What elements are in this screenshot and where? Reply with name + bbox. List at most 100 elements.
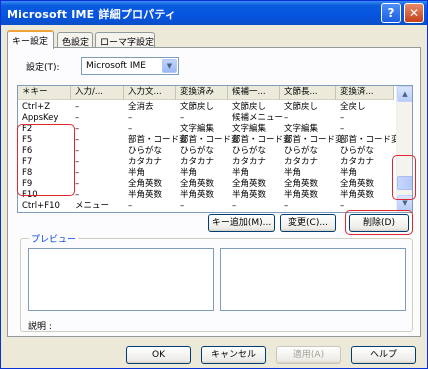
list-header: ＊キー 入力/... 入力文... 変換済み 候補一... 文節長... 変換済… — [18, 86, 394, 100]
cell-candidates: カタカナ — [232, 157, 267, 167]
cell-converted: カタカナ — [180, 157, 215, 167]
cell-converted: ひらがな — [180, 146, 215, 156]
cell-converted: 文字編集 — [180, 124, 215, 134]
column-header-key[interactable]: ＊キー — [18, 86, 71, 100]
preview-group: プレビュー 説明 : — [20, 232, 413, 332]
column-header-phrase-length[interactable]: 文節長... — [280, 86, 336, 100]
cell-phrase-length: – — [284, 113, 289, 123]
cell-phrase-length: 全角英数 — [284, 179, 319, 189]
tab-color-settings[interactable]: 色設定 — [57, 32, 93, 48]
cell-candidates: – — [232, 201, 237, 211]
cell-phrase-length: 半角 — [284, 168, 302, 178]
preview-title: プレビュー — [29, 232, 79, 245]
cell-input-text: ひらがな — [128, 146, 163, 156]
cell-candidates: 半角 — [232, 168, 250, 178]
cell-key: Ctrl+F10 — [22, 201, 60, 211]
cell-input: – — [75, 113, 80, 123]
cell-converted-2: 半角英数 — [340, 190, 375, 200]
help-button[interactable]: ヘルプ — [351, 346, 416, 364]
cell-phrase-length: 半角英数 — [284, 190, 319, 200]
cell-candidates: 文字編集 — [232, 124, 267, 134]
preview-pane-right — [220, 248, 406, 311]
cell-phrase-length: カタカナ — [284, 157, 319, 167]
cell-converted-2: カタカナ — [340, 157, 375, 167]
cell-input: – — [75, 146, 80, 156]
table-row[interactable]: Ctrl+Z – 全消去 文節戻し 文節戻し 文節戻し 全戻し — [18, 102, 394, 112]
apply-button[interactable]: 適用(A) — [276, 346, 341, 364]
cell-key: AppsKey — [22, 113, 59, 123]
window-title: Microsoft IME 詳細プロパティ — [7, 8, 177, 21]
cell-converted: – — [180, 113, 185, 123]
cell-converted: 半角英数 — [180, 190, 215, 200]
cell-input-text: – — [128, 124, 133, 134]
cell-candidates: 全角英数 — [232, 179, 267, 189]
column-header-input[interactable]: 入力/... — [71, 86, 124, 100]
cell-converted-2: – — [340, 124, 345, 134]
cell-input: メニュー — [75, 201, 110, 211]
cell-candidates: 部首・コード変 — [232, 135, 292, 145]
cell-input: – — [75, 179, 80, 189]
change-button[interactable]: 変更(C)... — [280, 214, 336, 232]
cell-input-text: – — [128, 113, 133, 123]
help-icon[interactable]: ? — [381, 3, 401, 23]
cell-converted-2: ひらがな — [340, 146, 375, 156]
cell-input-text: 全消去 — [128, 102, 154, 112]
table-row[interactable]: AppsKey – – – 候補メニュー – – — [18, 113, 394, 123]
cancel-button[interactable]: キャンセル — [201, 346, 266, 364]
ime-properties-dialog: Microsoft IME 詳細プロパティ ? ✕ キー設定 色設定 ローマ字設… — [0, 0, 428, 369]
cell-converted-2: – — [340, 201, 345, 211]
cell-converted: 文節戻し — [180, 102, 215, 112]
column-header-converted-2[interactable]: 変換済... — [336, 86, 394, 100]
title-bar: Microsoft IME 詳細プロパティ ? ✕ — [1, 1, 427, 25]
cell-input: – — [75, 124, 80, 134]
column-header-input-text[interactable]: 入力文... — [124, 86, 176, 100]
cell-input: – — [75, 157, 80, 167]
cell-input-text: 部首・コード変 — [128, 135, 188, 145]
add-key-button[interactable]: キー追加(M)... — [208, 214, 275, 232]
cell-candidates: 候補メニュー — [232, 113, 284, 123]
cell-candidates: 半角英数 — [232, 190, 267, 200]
cell-phrase-length: 部首・コード変 — [284, 135, 344, 145]
cell-candidates: 文節戻し — [232, 102, 267, 112]
description-label: 説明 : — [28, 322, 52, 332]
settings-combo-value: Microsoft IME — [86, 61, 146, 71]
tab-romaji-settings[interactable]: ローマ字設定 — [95, 32, 155, 48]
cell-converted-2: – — [340, 113, 345, 123]
preview-pane-left — [28, 248, 214, 311]
settings-combo[interactable]: Microsoft IME ▼ — [81, 57, 179, 75]
column-header-candidates[interactable]: 候補一... — [228, 86, 280, 100]
cell-input-text: 半角英数 — [128, 190, 163, 200]
cell-key: Ctrl+Z — [22, 102, 51, 112]
cell-input: – — [75, 135, 80, 145]
annotation-scrollbar — [392, 155, 416, 200]
cell-input-text: 全角英数 — [128, 179, 163, 189]
cell-phrase-length: – — [284, 201, 289, 211]
cell-converted: 全角英数 — [180, 179, 215, 189]
cell-input-text: – — [128, 201, 133, 211]
key-assignment-list[interactable]: ＊キー 入力/... 入力文... 変換済み 候補一... 文節長... 変換済… — [17, 85, 413, 213]
cell-input: – — [75, 102, 80, 112]
close-icon[interactable]: ✕ — [404, 3, 424, 23]
annotation-delete-button — [345, 210, 413, 235]
cell-input: – — [75, 168, 80, 178]
cell-converted-2: 半角 — [340, 168, 358, 178]
cell-converted-2: 全角英数 — [340, 179, 375, 189]
cell-converted: 半角 — [180, 168, 198, 178]
cell-input: – — [75, 190, 80, 200]
annotation-function-keys — [17, 124, 75, 196]
chevron-down-icon[interactable]: ▼ — [162, 59, 177, 73]
cell-candidates: ひらがな — [232, 146, 267, 156]
column-header-converted[interactable]: 変換済み — [176, 86, 228, 100]
settings-label: 設定(T): — [26, 63, 60, 73]
key-settings-panel: 設定(T): Microsoft IME ▼ ＊キー 入力/... 入力文...… — [7, 47, 421, 337]
cell-converted: 部首・コード変 — [180, 135, 240, 145]
cell-converted: – — [180, 201, 185, 211]
tab-key-settings[interactable]: キー設定 — [7, 30, 54, 49]
ok-button[interactable]: OK — [126, 346, 191, 364]
cell-converted-2: 全戻し — [340, 102, 366, 112]
scroll-up-icon[interactable]: ▲ — [397, 86, 412, 102]
cell-phrase-length: 文字編集 — [284, 124, 319, 134]
cell-phrase-length: ひらがな — [284, 146, 319, 156]
cell-input-text: 半角 — [128, 168, 146, 178]
table-row[interactable]: Ctrl+F10 メニュー – – – – – — [18, 201, 394, 211]
